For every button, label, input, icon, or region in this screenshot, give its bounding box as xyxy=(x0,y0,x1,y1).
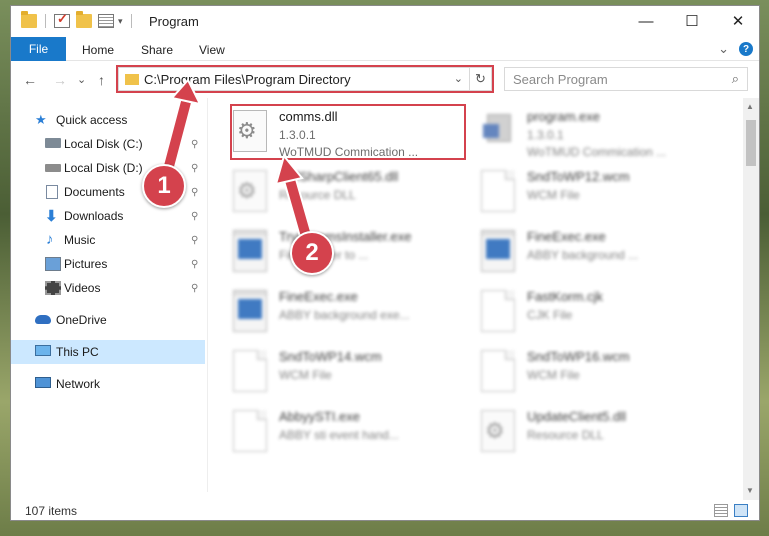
callout-2: 2 xyxy=(290,231,334,275)
annotation-arrows xyxy=(161,78,313,238)
callout-1: 1 xyxy=(142,164,186,208)
